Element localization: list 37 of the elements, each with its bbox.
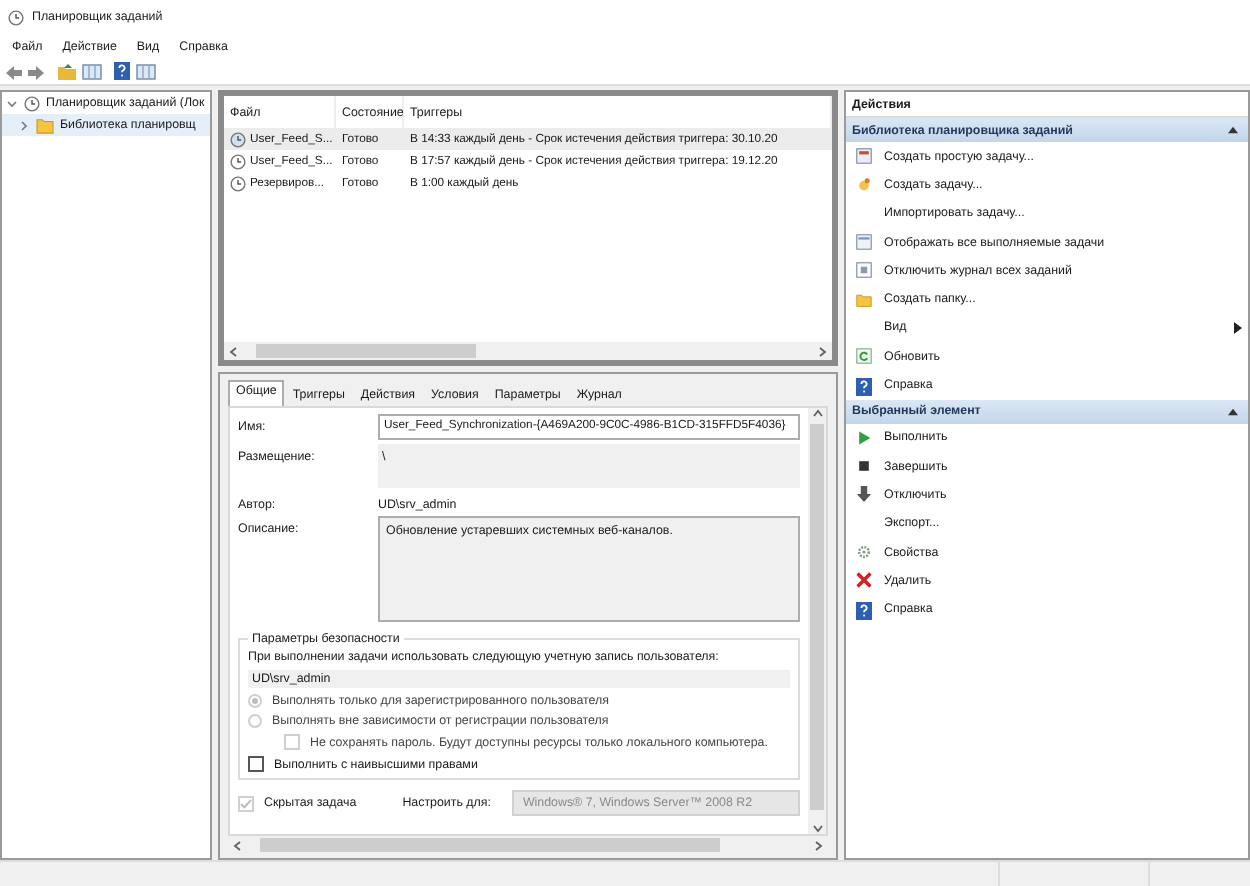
- delete-icon: [856, 572, 872, 589]
- calendar-icon: [856, 148, 872, 165]
- clock-icon: [230, 153, 246, 169]
- submenu-arrow-icon: [1234, 321, 1242, 334]
- scroll-left-icon[interactable]: [232, 839, 244, 851]
- scroll-right-icon[interactable]: [816, 345, 828, 357]
- clock-icon: [230, 175, 246, 191]
- folder-icon: [36, 117, 54, 133]
- refresh-icon: [856, 348, 872, 365]
- scroll-right-icon[interactable]: [812, 839, 824, 851]
- scroll-left-icon[interactable]: [228, 345, 240, 357]
- help-icon: [856, 601, 872, 620]
- help-icon: [856, 377, 872, 396]
- scroll-up-icon[interactable]: [811, 408, 823, 420]
- document-icon: [856, 262, 872, 279]
- clock-icon: [230, 131, 246, 147]
- vertical-scrollbar[interactable]: [808, 408, 826, 834]
- collapse-icon[interactable]: [1228, 407, 1238, 416]
- checkbox[interactable]: [248, 756, 264, 772]
- arrow-down-icon: [856, 486, 872, 503]
- back-arrow-icon[interactable]: [6, 65, 22, 79]
- gear-icon: [856, 544, 872, 560]
- stop-icon: [856, 458, 872, 475]
- chevron-right-icon[interactable]: [18, 119, 30, 131]
- window-list-icon: [856, 234, 872, 251]
- horizontal-scrollbar[interactable]: [224, 342, 832, 360]
- app-icon: [8, 9, 24, 25]
- folder-icon: [856, 291, 872, 308]
- play-icon: [856, 429, 872, 446]
- forward-arrow-icon[interactable]: [28, 65, 44, 79]
- scroll-down-icon[interactable]: [811, 822, 823, 834]
- panel-icon[interactable]: [82, 64, 102, 80]
- panel-icon[interactable]: [136, 64, 156, 80]
- collapse-icon[interactable]: [1228, 126, 1238, 134]
- clock-icon: [24, 95, 40, 111]
- folder-up-icon[interactable]: [58, 64, 76, 80]
- chevron-down-icon[interactable]: [6, 97, 18, 109]
